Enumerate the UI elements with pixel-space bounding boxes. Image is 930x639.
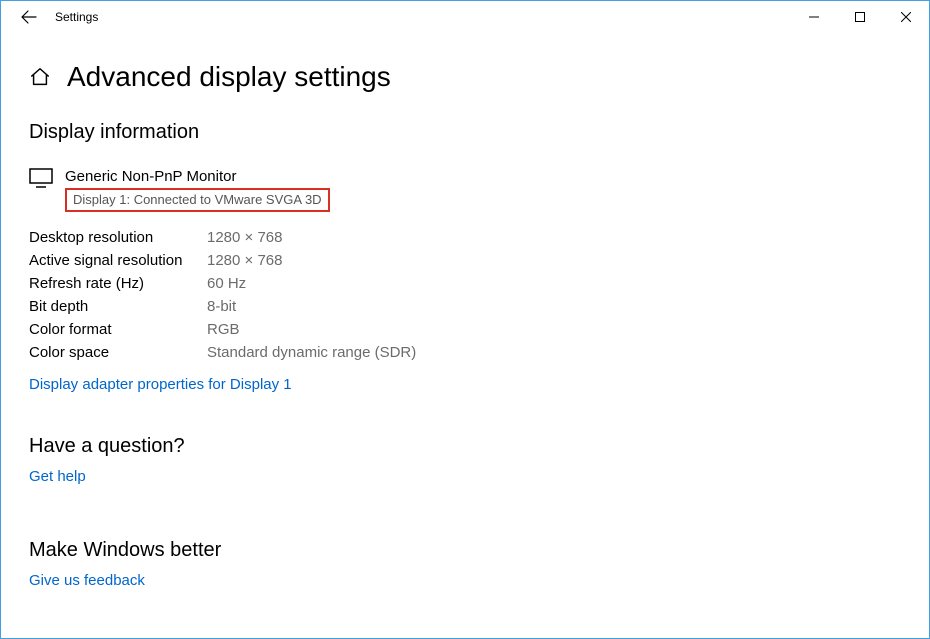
minimize-button[interactable] <box>791 1 837 33</box>
info-row: Color format RGB <box>29 318 901 341</box>
get-help-link[interactable]: Get help <box>29 468 86 485</box>
monitor-text: Generic Non-PnP Monitor Display 1: Conne… <box>65 166 330 212</box>
maximize-icon <box>855 12 865 22</box>
page-title: Advanced display settings <box>67 61 391 93</box>
info-label: Bit depth <box>29 298 207 315</box>
monitor-row: Generic Non-PnP Monitor Display 1: Conne… <box>29 166 901 212</box>
feedback-heading: Make Windows better <box>29 539 901 562</box>
info-value: RGB <box>207 321 240 338</box>
question-heading: Have a question? <box>29 435 901 458</box>
display-info-table: Desktop resolution 1280 × 768 Active sig… <box>29 226 901 364</box>
arrow-left-icon <box>21 9 37 25</box>
connection-highlight: Display 1: Connected to VMware SVGA 3D <box>65 188 330 212</box>
info-row: Refresh rate (Hz) 60 Hz <box>29 272 901 295</box>
info-row: Desktop resolution 1280 × 768 <box>29 226 901 249</box>
info-value: 1280 × 768 <box>207 229 283 246</box>
info-row: Bit depth 8-bit <box>29 295 901 318</box>
display-info-heading: Display information <box>29 121 901 144</box>
info-label: Desktop resolution <box>29 229 207 246</box>
app-title: Settings <box>49 10 98 24</box>
info-label: Refresh rate (Hz) <box>29 275 207 292</box>
monitor-icon <box>29 168 53 188</box>
page-header: Advanced display settings <box>29 61 901 93</box>
info-row: Color space Standard dynamic range (SDR) <box>29 341 901 364</box>
minimize-icon <box>809 12 819 22</box>
close-button[interactable] <box>883 1 929 33</box>
window-controls <box>791 1 929 33</box>
back-button[interactable] <box>9 1 49 33</box>
info-row: Active signal resolution 1280 × 768 <box>29 249 901 272</box>
home-icon[interactable] <box>29 66 51 88</box>
info-label: Color format <box>29 321 207 338</box>
info-value: Standard dynamic range (SDR) <box>207 344 416 361</box>
info-value: 60 Hz <box>207 275 246 292</box>
monitor-name: Generic Non-PnP Monitor <box>65 166 330 187</box>
info-label: Color space <box>29 344 207 361</box>
info-label: Active signal resolution <box>29 252 207 269</box>
feedback-link[interactable]: Give us feedback <box>29 572 145 589</box>
close-icon <box>901 12 911 22</box>
content-area: Advanced display settings Display inform… <box>1 33 929 589</box>
adapter-properties-link[interactable]: Display adapter properties for Display 1 <box>29 376 292 393</box>
maximize-button[interactable] <box>837 1 883 33</box>
titlebar: Settings <box>1 1 929 33</box>
info-value: 8-bit <box>207 298 236 315</box>
info-value: 1280 × 768 <box>207 252 283 269</box>
